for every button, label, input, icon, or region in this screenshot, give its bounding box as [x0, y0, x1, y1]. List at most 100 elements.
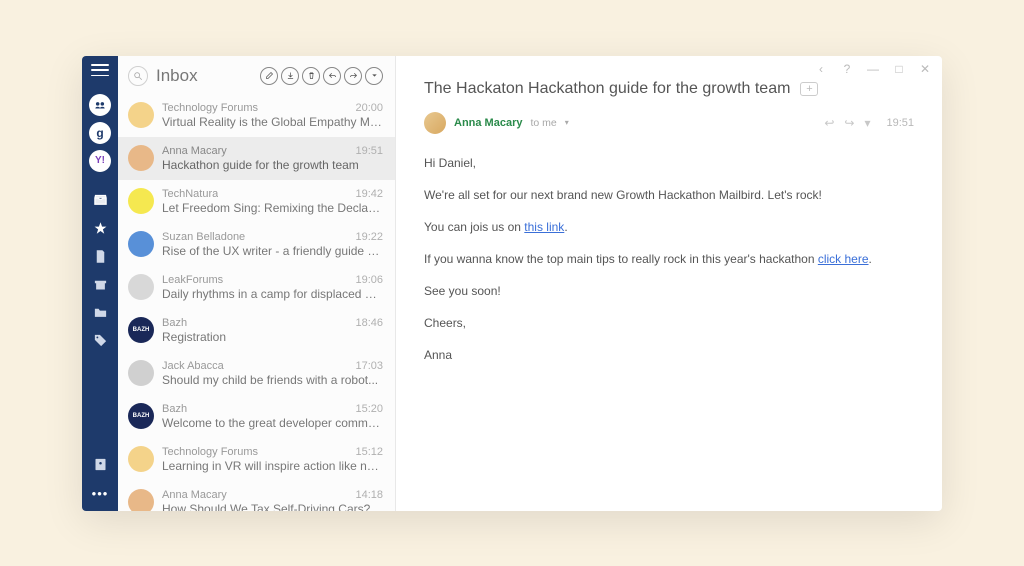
subject-label: Rise of the UX writer - a friendly guide… — [162, 244, 383, 258]
recipient-label: to me — [530, 117, 556, 129]
message-row[interactable]: Suzan Belladone 19:22Rise of the UX write… — [118, 223, 395, 266]
download-icon[interactable] — [281, 67, 299, 85]
message-body: Hi Daniel, We're all set for our next br… — [396, 144, 942, 388]
message-row[interactable]: Anna Macary 14:18How Should We Tax Self-D… — [118, 481, 395, 511]
archive-icon[interactable] — [89, 274, 111, 296]
avatar — [128, 489, 154, 511]
nav-sidebar: g Y! ••• — [82, 56, 118, 511]
sender-label: Anna Macary — [162, 489, 227, 501]
folder-icon[interactable] — [89, 302, 111, 324]
avatar — [128, 360, 154, 386]
time-label: 14:18 — [355, 489, 383, 501]
body-p2: You can jois us on this link. — [424, 218, 914, 236]
avatar — [128, 446, 154, 472]
message-row[interactable]: Jack Abacca 17:03Should my child be frien… — [118, 352, 395, 395]
reply-icon[interactable] — [323, 67, 341, 85]
search-icon[interactable] — [128, 66, 148, 86]
help-button[interactable]: ? — [840, 62, 854, 76]
folder-title: Inbox — [156, 66, 198, 86]
file-icon[interactable] — [89, 246, 111, 268]
sender-label: Bazh — [162, 317, 187, 329]
message-actions: ↩ ↪ ▾ 19:51 — [824, 116, 914, 130]
avatar — [128, 145, 154, 171]
body-p4: See you soon! — [424, 282, 914, 300]
sender-avatar — [424, 112, 446, 134]
message-meta: Anna Macary to me ▾ ↩ ↪ ▾ 19:51 — [396, 108, 942, 144]
message-row[interactable]: TechNatura19:42Let Freedom Sing: Remixin… — [118, 180, 395, 223]
message-title: The Hackaton Hackathon guide for the gro… — [424, 80, 790, 98]
inbox-icon[interactable] — [89, 190, 111, 212]
message-list[interactable]: Technology Forums20:00Virtual Reality is… — [118, 94, 395, 511]
sender-label: Jack Abacca — [162, 360, 224, 372]
more-apps-icon[interactable]: ••• — [92, 486, 109, 501]
time-label: 19:22 — [355, 231, 383, 243]
avatar — [128, 102, 154, 128]
join-link[interactable]: this link — [524, 220, 564, 234]
subject-label: How Should We Tax Self-Driving Cars? — [162, 502, 383, 511]
message-pane: ‹ ? — □ ✕ The Hackaton Hackathon guide f… — [396, 56, 942, 511]
subject-label: Hackathon guide for the growth team — [162, 158, 383, 172]
time-label: 17:03 — [355, 360, 383, 372]
tips-link[interactable]: click here — [818, 252, 869, 266]
details-caret-icon[interactable]: ▾ — [565, 118, 569, 127]
more-action-icon[interactable]: ▾ — [864, 116, 870, 130]
message-row[interactable]: BAZHBazh15:20Welcome to the great develo… — [118, 395, 395, 438]
compose-icon[interactable] — [260, 67, 278, 85]
reply-action-icon[interactable]: ↩ — [824, 116, 834, 130]
sender-label: Technology Forums — [162, 102, 258, 114]
sender-name[interactable]: Anna Macary — [454, 117, 522, 129]
avatar — [128, 188, 154, 214]
minimize-button[interactable]: — — [866, 62, 880, 76]
maximize-button[interactable]: □ — [892, 62, 906, 76]
body-p5: Cheers, — [424, 314, 914, 332]
message-row[interactable]: Technology Forums20:00Virtual Reality is… — [118, 94, 395, 137]
avatar: BAZH — [128, 317, 154, 343]
window-controls: ‹ ? — □ ✕ — [396, 56, 942, 76]
time-label: 20:00 — [355, 102, 383, 114]
avatar — [128, 274, 154, 300]
subject-label: Let Freedom Sing: Remixing the Declarati… — [162, 201, 383, 215]
message-row[interactable]: BAZH Bazh 18:46Registration — [118, 309, 395, 352]
subject-label: Welcome to the great developer commu... — [162, 416, 383, 430]
yahoo-account-icon[interactable]: Y! — [89, 150, 111, 172]
body-p1: We're all set for our next brand new Gro… — [424, 186, 914, 204]
body-p6: Anna — [424, 346, 914, 364]
sender-label: Bazh — [162, 403, 187, 415]
body-greeting: Hi Daniel, — [424, 154, 914, 172]
body-p3: If you wanna know the top main tips to r… — [424, 250, 914, 268]
trash-icon[interactable] — [302, 67, 320, 85]
unified-account-icon[interactable] — [89, 94, 111, 116]
sender-label: Technology Forums — [162, 446, 258, 458]
close-button[interactable]: ✕ — [918, 62, 932, 76]
subject-label: Should my child be friends with a robot.… — [162, 373, 383, 387]
google-account-icon[interactable]: g — [89, 122, 111, 144]
avatar — [128, 231, 154, 257]
time-label: 19:51 — [355, 145, 383, 157]
back-button[interactable]: ‹ — [814, 62, 828, 76]
app-window: g Y! ••• — [82, 56, 942, 511]
sender-label: LeakForums — [162, 274, 223, 286]
tag-icon[interactable] — [89, 330, 111, 352]
star-icon[interactable] — [89, 218, 111, 240]
subject-label: Registration — [162, 330, 383, 344]
sender-label: Suzan Belladone — [162, 231, 245, 243]
message-row[interactable]: LeakForums19:06Daily rhythms in a camp f… — [118, 266, 395, 309]
message-row[interactable]: Technology Forums 15:12Learning in VR wil… — [118, 438, 395, 481]
message-time: 19:51 — [886, 117, 914, 129]
forward-action-icon[interactable]: ↪ — [844, 116, 854, 130]
forward-icon[interactable] — [344, 67, 362, 85]
subject-label: Learning in VR will inspire action like … — [162, 459, 383, 473]
time-label: 19:06 — [355, 274, 383, 286]
mail-list-pane: Inbox Technology Forums20:00Virtual Real… — [118, 56, 396, 511]
contacts-icon[interactable] — [89, 454, 111, 476]
chevron-down-icon[interactable] — [365, 67, 383, 85]
list-header: Inbox — [118, 56, 395, 94]
time-label: 18:46 — [355, 317, 383, 329]
add-label-button[interactable]: + — [800, 82, 818, 96]
hamburger-menu-icon[interactable] — [91, 64, 109, 76]
avatar: BAZH — [128, 403, 154, 429]
time-label: 15:12 — [355, 446, 383, 458]
time-label: 19:42 — [355, 188, 383, 200]
sender-label: Anna Macary — [162, 145, 227, 157]
message-row[interactable]: Anna Macary 19:51Hackathon guide for the … — [118, 137, 395, 180]
